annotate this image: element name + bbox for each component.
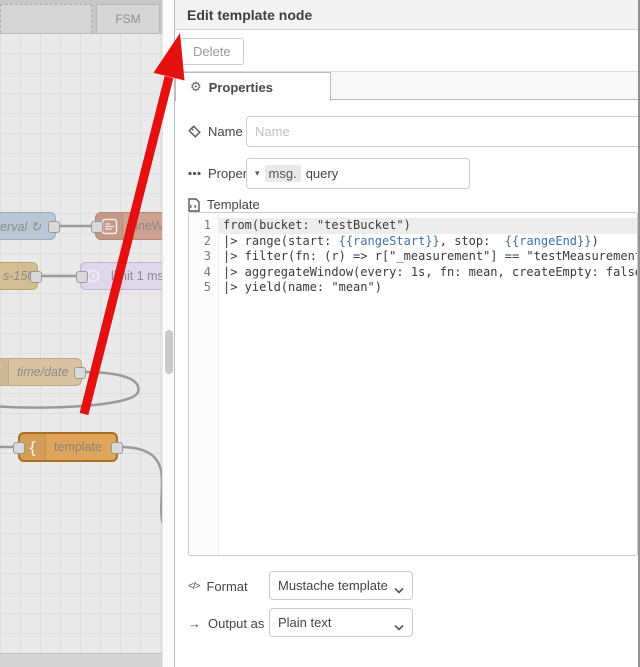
flow-canvas[interactable]: FSM interval ↻ sineW s-150: [0, 0, 162, 667]
edit-template-dialog: Edit template node Delete ⚙ Properties N…: [174, 0, 640, 667]
dialog-title: Edit template node: [187, 7, 313, 23]
dialog-tabbar: ⚙ Properties: [175, 71, 640, 101]
format-select-value: Mustache template: [278, 578, 388, 593]
canvas-scrollbar-horizontal[interactable]: [0, 653, 162, 667]
node-label: template: [54, 440, 102, 454]
arrow-right-icon: →: [188, 616, 201, 631]
function-icon: f: [0, 359, 9, 385]
property-value: query: [305, 166, 339, 181]
dialog-button-row: Delete: [175, 30, 640, 71]
dialog-header: Edit template node: [175, 0, 640, 30]
output-select[interactable]: Plain text: [269, 608, 413, 637]
output-field-label: → Output as: [188, 616, 265, 631]
output-port[interactable]: [111, 442, 123, 454]
flow-wires: [0, 224, 162, 525]
msg-prefix: msg.: [264, 165, 301, 182]
ellipsis-icon: [188, 171, 201, 176]
input-port[interactable]: [13, 442, 25, 454]
input-port[interactable]: [76, 271, 88, 283]
node-template-selected[interactable]: { template: [13, 432, 123, 462]
node-red-window: FSM interval ↻ sineW s-150: [0, 0, 640, 667]
node-label: interval ↻: [0, 219, 42, 234]
chevron-down-icon: [394, 582, 404, 597]
node-sinewave[interactable]: sineW: [91, 212, 162, 240]
node-limit[interactable]: limit 1 ms: [76, 262, 162, 290]
template-code-editor[interactable]: 12345 from(bucket: "testBucket") |> range…: [188, 212, 638, 556]
name-field-label: Name: [188, 124, 243, 139]
node-time-date[interactable]: f time/date: [0, 358, 86, 386]
file-code-icon: [188, 197, 200, 212]
code-icon: </>: [188, 581, 201, 592]
node-s-150[interactable]: s-150: [0, 262, 42, 290]
output-port[interactable]: [30, 271, 42, 283]
name-input[interactable]: [246, 116, 640, 147]
caret-down-icon: ▾: [255, 168, 260, 178]
code-lines[interactable]: from(bucket: "testBucket") |> range(start…: [219, 213, 637, 555]
tab-properties[interactable]: ⚙ Properties: [175, 72, 331, 101]
code-gutter: 12345: [189, 213, 219, 555]
output-port[interactable]: [74, 367, 86, 379]
output-port[interactable]: [48, 221, 60, 233]
tag-icon: [188, 125, 201, 138]
template-field-label: Template: [188, 197, 260, 212]
node-interval[interactable]: interval ↻: [0, 212, 60, 240]
node-label: time/date: [17, 365, 69, 379]
scrollbar-thumb[interactable]: [165, 330, 173, 374]
output-select-value: Plain text: [278, 615, 332, 630]
canvas-scrollbar-vertical[interactable]: [162, 0, 174, 667]
input-port[interactable]: [91, 221, 103, 233]
node-label: limit 1 ms: [111, 269, 162, 283]
chevron-down-icon: [394, 619, 404, 634]
gear-icon: ⚙: [190, 79, 202, 94]
format-select[interactable]: Mustache template: [269, 571, 413, 600]
tab-properties-label: Properties: [208, 79, 273, 95]
node-label: sineW: [129, 219, 162, 233]
format-field-label: </> Format: [188, 579, 248, 594]
delete-button[interactable]: Delete: [180, 38, 244, 65]
property-typed-input[interactable]: ▾ msg. query: [246, 158, 470, 189]
